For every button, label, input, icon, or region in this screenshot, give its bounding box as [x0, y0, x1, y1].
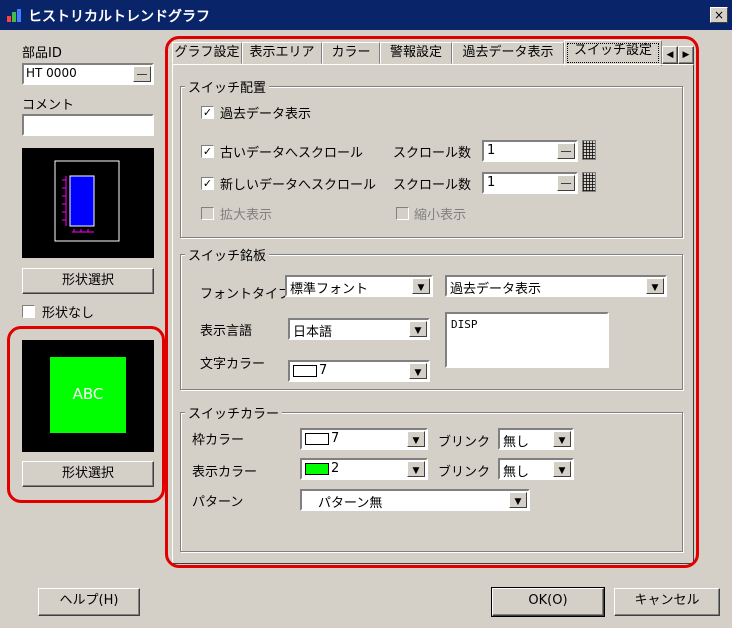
trend-graph-app-icon: [7, 9, 21, 22]
no-shape-checkbox[interactable]: [22, 305, 35, 318]
highlight-right: [165, 36, 699, 568]
highlight-left: [7, 326, 165, 503]
comment-label: コメント: [22, 98, 75, 113]
comment-field[interactable]: [22, 114, 154, 136]
graph-shape-icon: [54, 160, 120, 242]
shape-select-button-1[interactable]: 形状選択: [22, 268, 154, 294]
help-button[interactable]: ヘルプ(H): [38, 588, 140, 616]
dialog-window: ヒストリカルトレンドグラフ × 部品ID HT 0000 コメント 形状選択 形…: [0, 0, 732, 628]
window-title: ヒストリカルトレンドグラフ: [28, 9, 210, 25]
part-id-value: HT 0000: [26, 66, 77, 80]
part-id-field[interactable]: HT 0000: [22, 63, 154, 85]
part-id-spinner[interactable]: [133, 66, 151, 82]
graph-shape-preview: [22, 148, 154, 258]
cancel-button[interactable]: キャンセル: [614, 588, 720, 616]
part-id-label: 部品ID: [22, 46, 62, 61]
close-button[interactable]: ×: [710, 7, 728, 23]
title-bar[interactable]: ヒストリカルトレンドグラフ ×: [0, 0, 732, 30]
ok-button[interactable]: OK(O): [491, 587, 605, 617]
no-shape-label: 形状なし: [42, 306, 95, 321]
